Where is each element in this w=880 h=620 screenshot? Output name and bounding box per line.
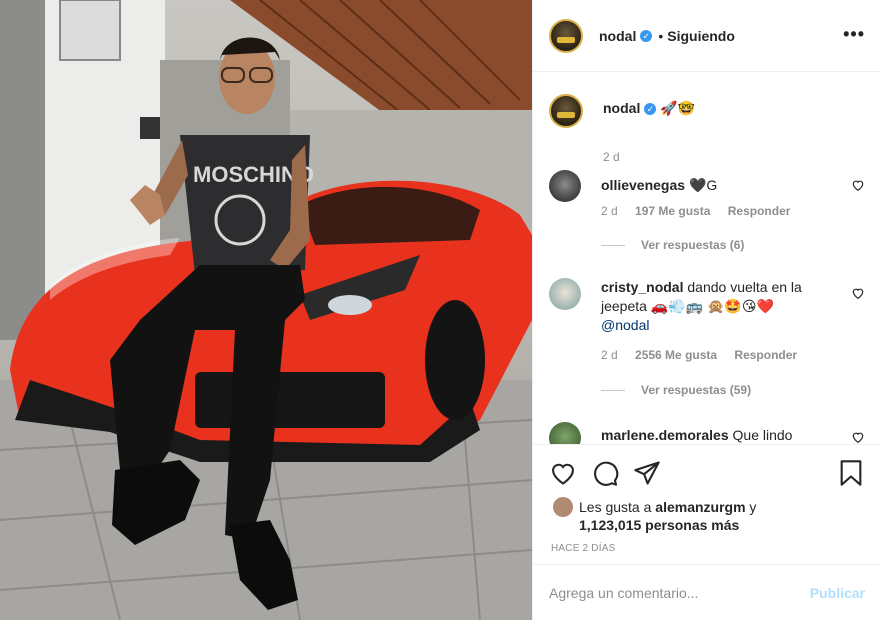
instagram-post: MOSCHINO nodal ✓ • Siguiendo ••• nodal ✓…: [0, 0, 880, 620]
caption-time[interactable]: 2 d: [603, 150, 620, 164]
share-icon[interactable]: [633, 459, 661, 487]
reply-button[interactable]: Responder: [734, 348, 797, 362]
comment-username[interactable]: cristy_nodal: [601, 279, 683, 295]
comment-text-line: cristy_nodal dando vuelta en la jeepeta …: [601, 278, 837, 335]
post-photo[interactable]: MOSCHINO: [0, 0, 532, 620]
post-timestamp[interactable]: HACE 2 DÍAS: [551, 543, 615, 554]
comment-like-heart-icon[interactable]: [851, 286, 865, 300]
comment-like-count[interactable]: 2556 Me gusta: [635, 348, 717, 362]
post-photo-illustration: MOSCHINO: [0, 0, 532, 620]
commenter-avatar[interactable]: [549, 422, 581, 444]
comment-text-line: ollievenegas 🖤G: [601, 176, 837, 195]
following-button[interactable]: Siguiendo: [667, 28, 735, 44]
comments-list[interactable]: nodal ✓ 🚀🤓 2 d ollievenegas 🖤G 2 d 197 Me…: [533, 72, 880, 444]
caption-text: 🚀🤓: [660, 100, 696, 116]
comment-meta: 2 d 2556 Me gusta Responder: [601, 348, 811, 362]
view-replies-button[interactable]: Ver respuestas (59): [601, 383, 751, 397]
comment-time[interactable]: 2 d: [601, 204, 618, 218]
commenter-avatar[interactable]: [549, 170, 581, 202]
comment-like-heart-icon[interactable]: [851, 430, 865, 444]
view-replies-button[interactable]: Ver respuestas (6): [601, 238, 744, 252]
comment-input[interactable]: [549, 582, 789, 604]
comment-meta: 2 d 197 Me gusta Responder: [601, 204, 804, 218]
caption-username[interactable]: nodal: [603, 100, 640, 116]
reply-button[interactable]: Responder: [728, 204, 791, 218]
comment-text-line: marlene.demorales Que lindo: [601, 426, 837, 444]
caption-text-line: nodal ✓ 🚀🤓: [603, 100, 695, 117]
caption-avatar[interactable]: [549, 94, 583, 128]
action-icons-row: [549, 459, 865, 487]
verified-badge-icon: ✓: [644, 103, 657, 115]
likes-summary: Les gusta a alemanzurgm y 1,123,015 pers…: [549, 497, 865, 537]
likes-prefix: Les gusta a: [579, 499, 652, 515]
likes-text: Les gusta a alemanzurgm y 1,123,015 pers…: [579, 498, 756, 534]
comment-like-heart-icon[interactable]: [851, 178, 865, 192]
liker-username[interactable]: alemanzurgm: [655, 499, 745, 515]
liker-avatar[interactable]: [553, 497, 573, 517]
comment-username[interactable]: ollievenegas: [601, 177, 685, 193]
comment-like-count[interactable]: 197 Me gusta: [635, 204, 710, 218]
add-comment-section: Publicar: [533, 564, 880, 620]
author-avatar[interactable]: [549, 18, 583, 53]
more-options-icon[interactable]: •••: [843, 24, 865, 45]
verified-badge-icon: ✓: [640, 29, 653, 42]
comment-text: 🖤G: [688, 177, 718, 193]
bookmark-icon[interactable]: [837, 459, 865, 487]
likes-suffix: y: [749, 499, 757, 515]
post-side-panel: nodal ✓ • Siguiendo ••• nodal ✓ 🚀🤓 2 d ol…: [532, 0, 880, 620]
comment-mention-link[interactable]: @nodal: [601, 317, 649, 333]
heart-icon[interactable]: [549, 459, 577, 487]
separator-dot: •: [658, 27, 664, 44]
comment-time[interactable]: 2 d: [601, 348, 618, 362]
post-header: nodal ✓ • Siguiendo •••: [533, 0, 880, 72]
post-actions-section: Les gusta a alemanzurgm y 1,123,015 pers…: [533, 444, 880, 564]
publish-button[interactable]: Publicar: [810, 585, 865, 601]
comment-text: Que lindo: [732, 427, 793, 443]
commenter-avatar[interactable]: [549, 278, 581, 310]
comment-username[interactable]: marlene.demorales: [601, 427, 729, 443]
likes-count[interactable]: 1,123,015 personas más: [579, 517, 739, 533]
author-username[interactable]: nodal: [599, 28, 636, 44]
comment-icon[interactable]: [591, 459, 619, 487]
